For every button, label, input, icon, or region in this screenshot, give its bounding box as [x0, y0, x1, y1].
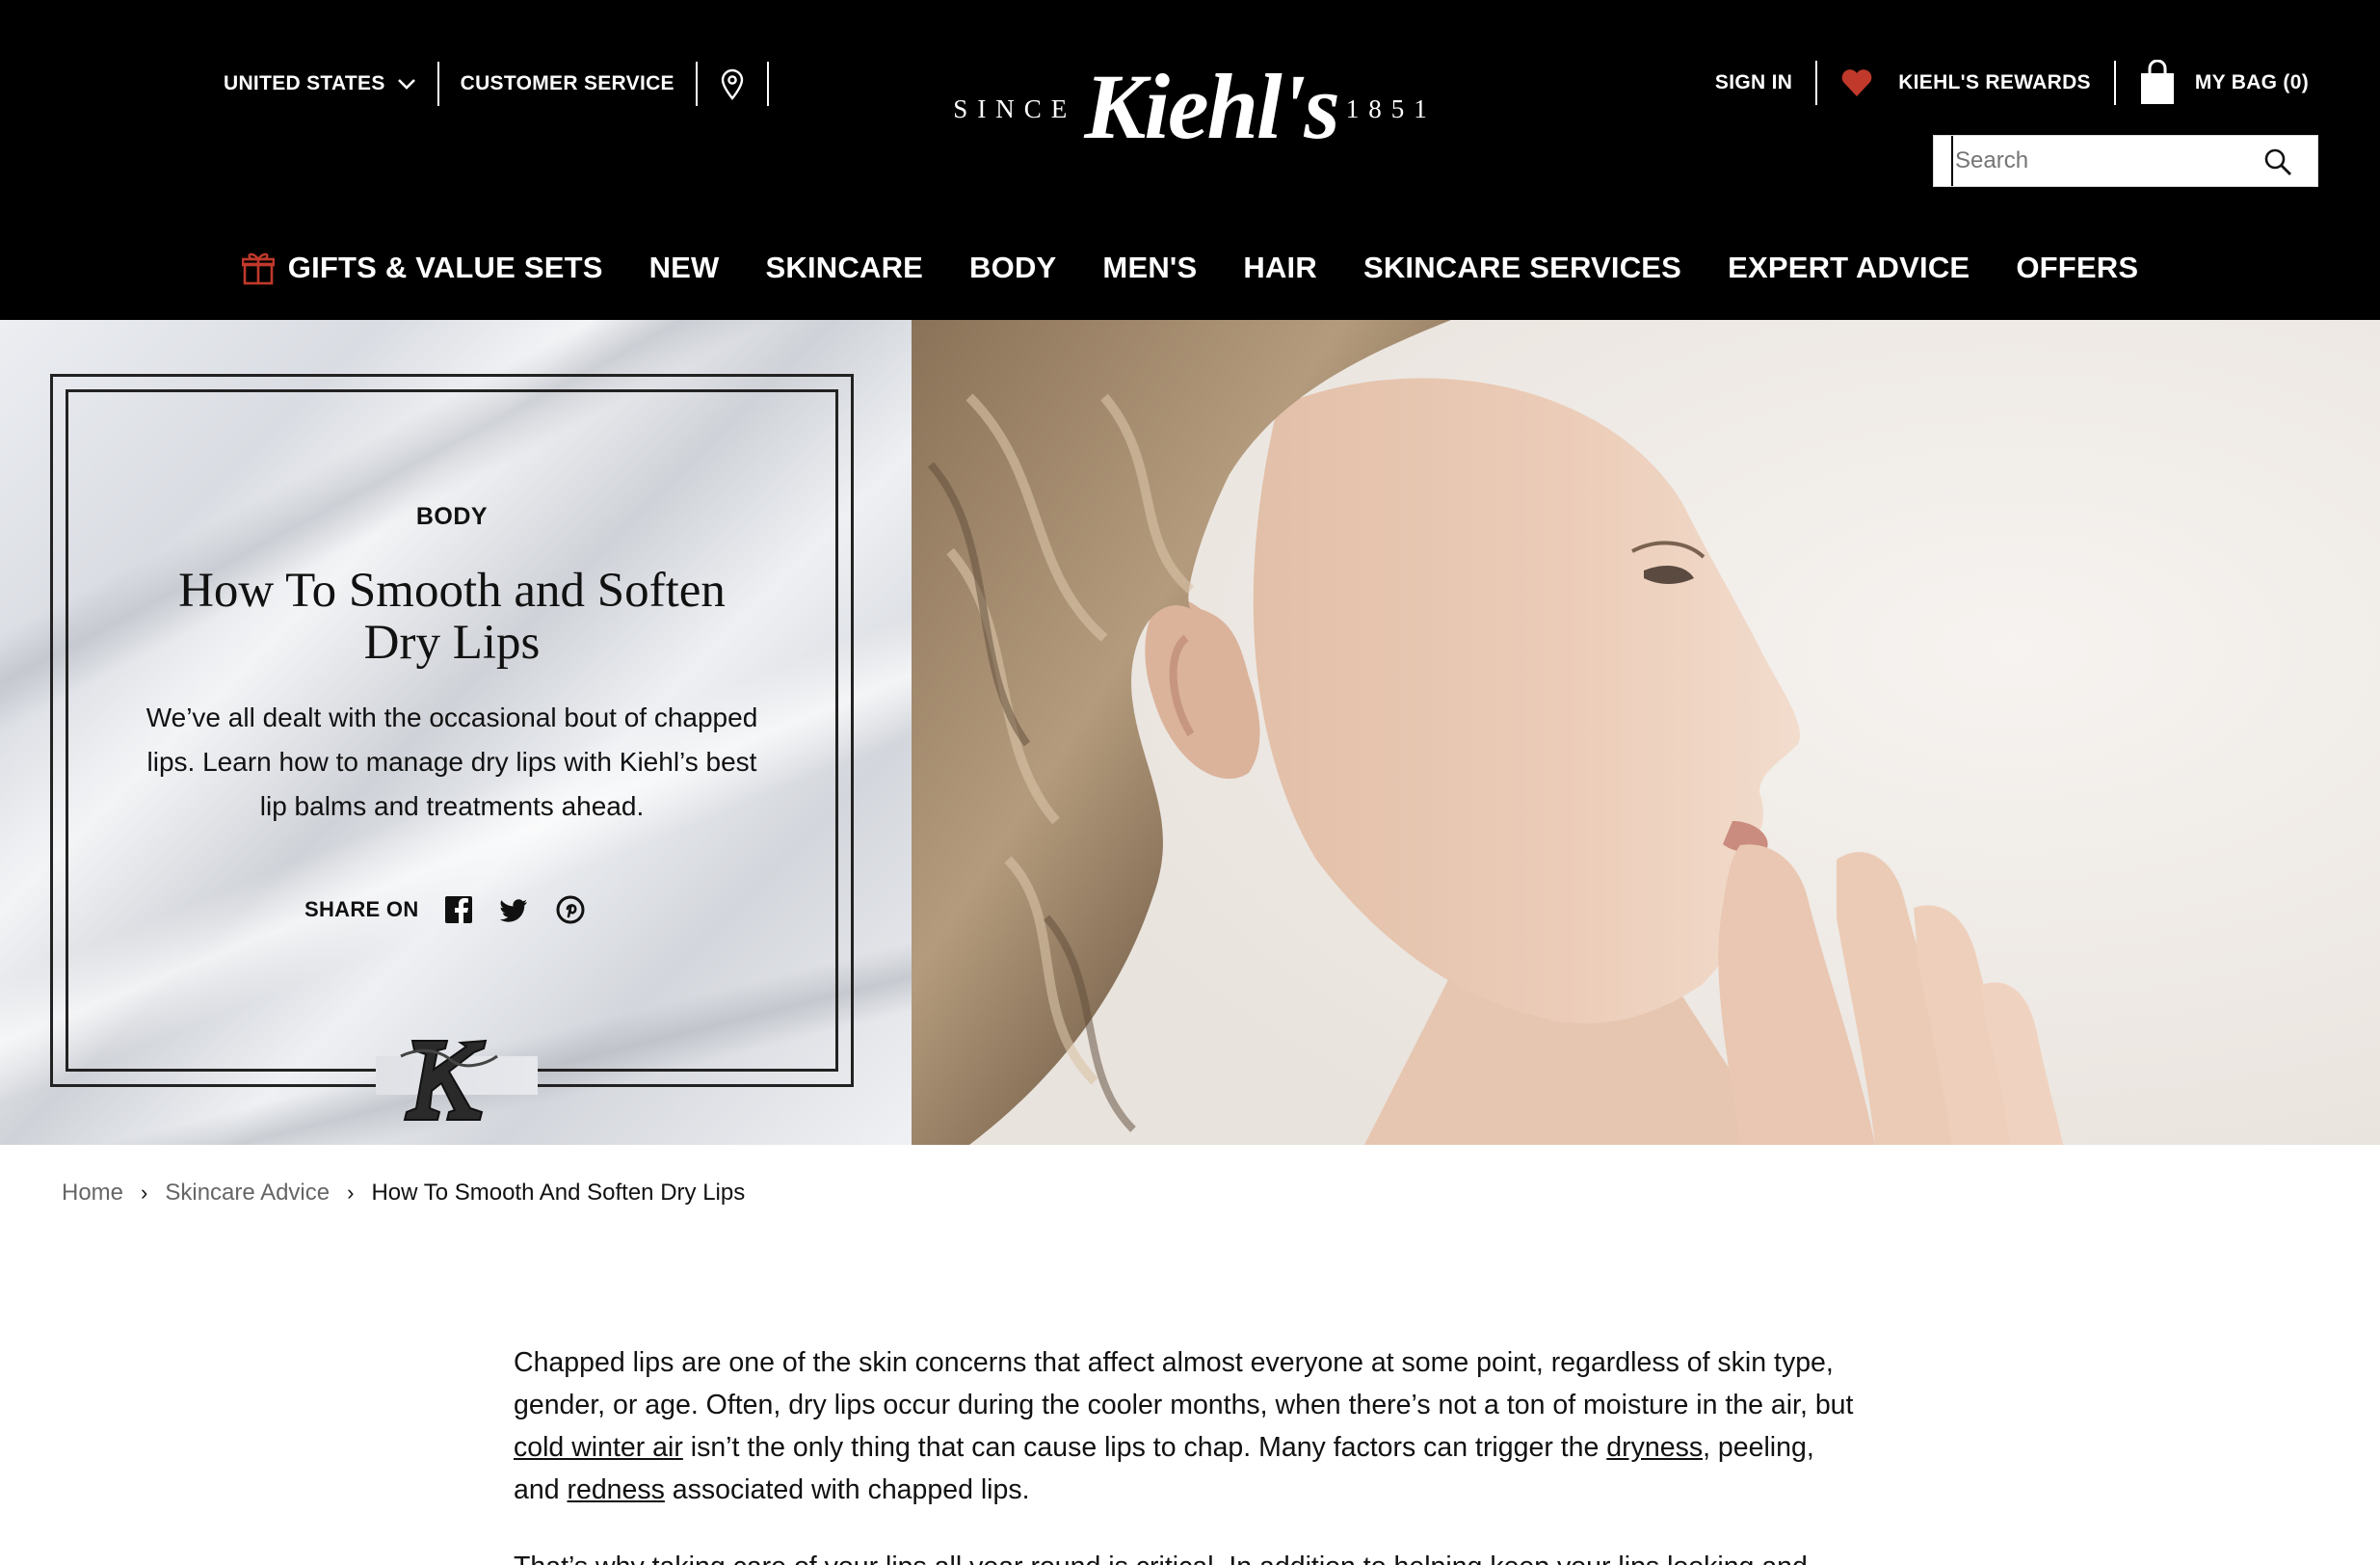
nav-offers[interactable]: OFFERS: [1993, 251, 2161, 285]
breadcrumb-current: How To Smooth And Soften Dry Lips: [371, 1180, 746, 1206]
facebook-icon[interactable]: [444, 895, 473, 924]
bag-label: MY BAG (0): [2194, 71, 2309, 93]
kiehls-logo[interactable]: SINCE Kiehl's 1851: [953, 46, 1437, 172]
customer-service-label: CUSTOMER SERVICE: [460, 72, 674, 94]
customer-service-link[interactable]: CUSTOMER SERVICE: [439, 62, 698, 106]
logo-year: 1851: [1345, 93, 1437, 123]
nav-skincare[interactable]: SKINCARE: [743, 251, 947, 285]
link-cold-winter-air[interactable]: cold winter air: [514, 1432, 683, 1463]
nav-label: GIFTS & VALUE SETS: [287, 251, 603, 284]
breadcrumb-home[interactable]: Home: [62, 1180, 123, 1207]
article-title: How To Smooth and Soften Dry Lips: [96, 565, 807, 669]
nav-new[interactable]: NEW: [626, 251, 743, 285]
nav-expert-advice[interactable]: EXPERT ADVICE: [1705, 251, 1993, 285]
chevron-right-icon: ›: [141, 1180, 148, 1205]
nav-skincare-services[interactable]: SKINCARE SERVICES: [1340, 251, 1705, 285]
chevron-down-icon: [397, 79, 415, 90]
hero-text-panel: BODY How To Smooth and Soften Dry Lips W…: [0, 320, 912, 1145]
nav-gifts-value-sets[interactable]: GIFTS & VALUE SETS: [219, 251, 626, 285]
utility-nav-left: UNITED STATES CUSTOMER SERVICE: [224, 62, 769, 106]
store-locator-link[interactable]: [698, 62, 769, 106]
link-redness[interactable]: redness: [567, 1474, 664, 1505]
rewards-label: KIEHL'S REWARDS: [1898, 71, 2091, 93]
paragraph-text: Chapped lips are one of the skin concern…: [514, 1347, 1854, 1420]
chevron-right-icon: ›: [347, 1180, 355, 1205]
k-emblem-icon: [400, 1039, 498, 1121]
shopping-bag-icon: [2140, 60, 2174, 104]
nav-mens[interactable]: MEN'S: [1079, 251, 1220, 285]
pinterest-icon[interactable]: [556, 895, 585, 924]
breadcrumb: Home › Skincare Advice › How To Smooth A…: [62, 1180, 745, 1207]
logo-since: SINCE: [953, 93, 1077, 123]
sign-in-link[interactable]: SIGN IN: [1692, 61, 1818, 105]
link-dryness[interactable]: dryness: [1606, 1432, 1703, 1463]
article-paragraph: That’s why taking care of your lips all …: [514, 1546, 1863, 1565]
search-icon[interactable]: [2263, 147, 2292, 176]
site-header: UNITED STATES CUSTOMER SERVICE SINCE Kie…: [0, 0, 2380, 320]
share-label: SHARE ON: [304, 897, 419, 921]
share-bar: SHARE ON: [304, 890, 612, 929]
gift-icon: [241, 252, 275, 285]
nav-body[interactable]: BODY: [946, 251, 1079, 285]
country-selector[interactable]: UNITED STATES: [224, 62, 439, 106]
rewards-link[interactable]: KIEHL'S REWARDS: [1817, 61, 2116, 105]
location-pin-icon: [721, 68, 744, 100]
article-body: Chapped lips are one of the skin concern…: [514, 1341, 1863, 1565]
bag-link[interactable]: MY BAG (0): [2116, 60, 2309, 105]
hero-image-woman-touching-lips: [912, 320, 2380, 1145]
article-description: We’ve all dealt with the occasional bout…: [145, 703, 758, 821]
hero-banner: BODY How To Smooth and Soften Dry Lips W…: [0, 320, 2380, 1145]
paragraph-text: associated with chapped lips.: [664, 1474, 1030, 1505]
sign-in-label: SIGN IN: [1714, 71, 1793, 93]
article-paragraph: Chapped lips are one of the skin concern…: [514, 1341, 1863, 1511]
heart-icon: [1841, 69, 1872, 96]
search-input[interactable]: [1951, 136, 2260, 186]
twitter-icon[interactable]: [499, 895, 529, 924]
paragraph-text: isn’t the only thing that can cause lips…: [682, 1432, 1607, 1463]
logo-wordmark: Kiehl's: [1084, 55, 1339, 158]
search-box: [1933, 135, 2318, 187]
article-title-line1: How To Smooth and Soften: [178, 564, 726, 618]
utility-nav-right: SIGN IN KIEHL'S REWARDS MY BAG (0): [1692, 56, 2309, 110]
country-label: UNITED STATES: [224, 72, 385, 94]
nav-hair[interactable]: HAIR: [1220, 251, 1340, 285]
main-nav: GIFTS & VALUE SETS NEW SKINCARE BODY MEN…: [0, 239, 2380, 297]
breadcrumb-skincare-advice[interactable]: Skincare Advice: [165, 1180, 330, 1207]
article-title-line2: Dry Lips: [363, 616, 541, 670]
article-category: BODY: [415, 503, 489, 530]
hero-photo: [912, 320, 2380, 1145]
